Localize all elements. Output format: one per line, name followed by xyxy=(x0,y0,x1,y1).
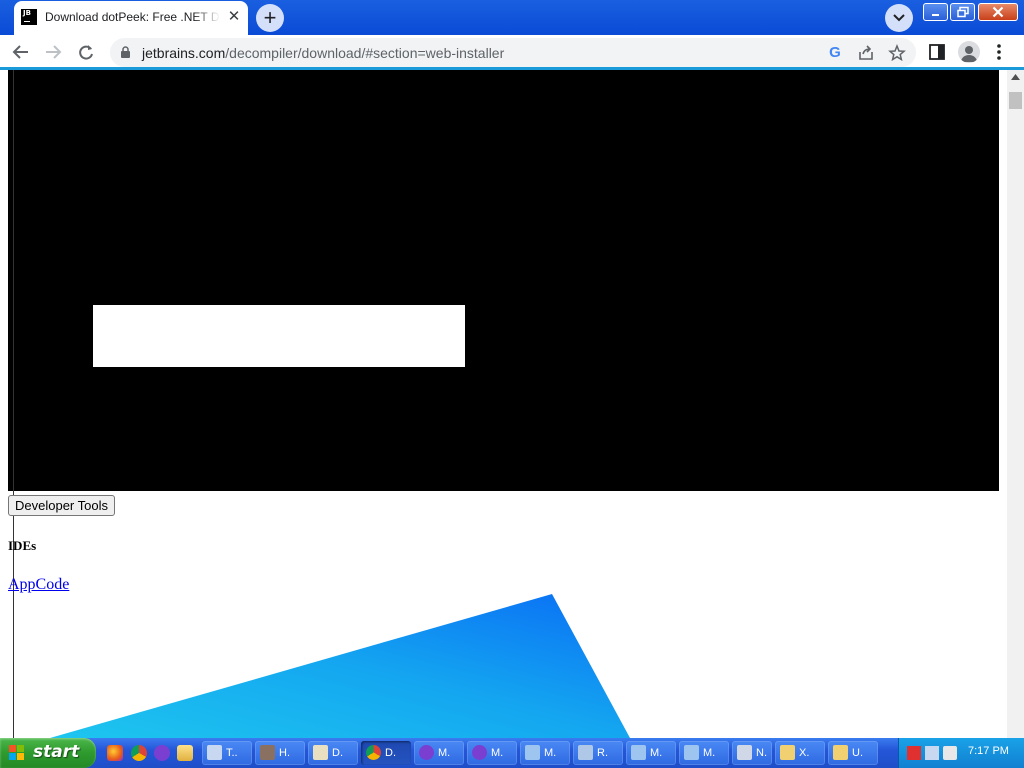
minimize-icon xyxy=(931,14,939,16)
forward-arrow-icon[interactable] xyxy=(42,42,64,62)
vertical-scrollbar[interactable] xyxy=(1007,70,1024,738)
tool-icon xyxy=(684,745,699,760)
tab-search-button[interactable] xyxy=(885,4,913,32)
meta-quicklaunch-icon[interactable] xyxy=(154,745,170,761)
scrollbar-thumb[interactable] xyxy=(1009,92,1022,109)
taskbar-item[interactable]: M. xyxy=(414,741,464,765)
taskbar-item-active[interactable]: D. xyxy=(361,741,411,765)
jetbrains-favicon-icon: JB xyxy=(21,9,37,25)
restore-button[interactable] xyxy=(950,3,975,21)
network-icon xyxy=(737,745,752,760)
taskbar-item[interactable]: X. xyxy=(775,741,825,765)
chrome-icon xyxy=(366,745,381,760)
taskbar-item[interactable]: M. xyxy=(467,741,517,765)
google-translate-icon[interactable]: G xyxy=(826,44,844,62)
developer-tools-button[interactable]: Developer Tools xyxy=(8,495,115,516)
profile-avatar-icon[interactable] xyxy=(958,41,980,63)
taskbar-item[interactable]: U. xyxy=(828,741,878,765)
taskbar-item[interactable]: H. xyxy=(255,741,305,765)
start-button[interactable]: start xyxy=(0,738,96,768)
chevron-down-icon xyxy=(893,14,905,22)
security-alert-icon[interactable] xyxy=(907,746,921,760)
url-text[interactable]: jetbrains.com/decompiler/download/#secti… xyxy=(142,45,504,61)
back-arrow-icon[interactable] xyxy=(10,42,32,62)
folder-icon xyxy=(780,745,795,760)
share-icon[interactable] xyxy=(857,44,875,62)
close-window-button[interactable] xyxy=(978,3,1018,21)
lock-icon[interactable] xyxy=(120,46,131,59)
reload-icon[interactable] xyxy=(75,42,97,62)
side-panel-icon[interactable] xyxy=(928,43,946,61)
minimize-button[interactable] xyxy=(923,3,948,21)
taskbar-item[interactable]: M. xyxy=(626,741,676,765)
new-tab-button[interactable]: + xyxy=(256,4,284,32)
windows-taskbar: start T.. H. D. D. M. M. M. R. M. M. N. … xyxy=(0,738,1024,768)
kebab-menu-icon[interactable] xyxy=(996,43,1002,61)
firefox-quicklaunch-icon[interactable] xyxy=(107,745,123,761)
taskbar-item[interactable]: D. xyxy=(308,741,358,765)
tab-title: Download dotPeek: Free .NET Decompiler xyxy=(45,10,220,24)
chrome-quicklaunch-icon[interactable] xyxy=(131,745,147,761)
folder-quicklaunch-icon[interactable] xyxy=(177,745,193,761)
taskbar-item[interactable]: T.. xyxy=(202,741,252,765)
system-clock: 7:17 PM xyxy=(968,745,1009,757)
image-icon xyxy=(260,745,275,760)
printer-icon xyxy=(313,745,328,760)
page-viewport: Developer Tools IDEs AppCode xyxy=(0,70,1007,738)
meta-icon xyxy=(472,745,487,760)
start-label: start xyxy=(33,742,80,762)
windows-logo-icon xyxy=(9,745,24,760)
close-icon xyxy=(992,6,1004,18)
decorative-gradient-shape xyxy=(50,594,630,738)
window-icon xyxy=(207,745,222,760)
browser-toolbar: jetbrains.com/decompiler/download/#secti… xyxy=(0,35,1024,69)
browser-titlebar: JB Download dotPeek: Free .NET Decompile… xyxy=(0,0,1024,35)
volume-icon[interactable] xyxy=(943,746,957,760)
browser-tab[interactable]: JB Download dotPeek: Free .NET Decompile… xyxy=(14,1,248,35)
tool-icon xyxy=(631,745,646,760)
meta-icon xyxy=(419,745,434,760)
taskbar-item[interactable]: M. xyxy=(679,741,729,765)
url-path: /decompiler/download/#section=web-instal… xyxy=(225,45,505,61)
black-media-region xyxy=(8,70,999,491)
app-icon xyxy=(578,745,593,760)
taskbar-item[interactable]: N. xyxy=(732,741,772,765)
folder-icon xyxy=(833,745,848,760)
restore-icon xyxy=(956,6,969,18)
url-host: jetbrains.com xyxy=(142,45,226,61)
ides-heading: IDEs xyxy=(8,538,37,553)
network-status-icon[interactable] xyxy=(925,746,939,760)
white-placeholder-box xyxy=(93,305,465,367)
tab-close-icon[interactable]: ✕ xyxy=(224,7,244,27)
tool-icon xyxy=(525,745,540,760)
taskbar-item[interactable]: M. xyxy=(520,741,570,765)
bookmark-star-icon[interactable] xyxy=(888,44,906,62)
scroll-up-arrow-icon[interactable] xyxy=(1011,74,1020,80)
taskbar-item[interactable]: R. xyxy=(573,741,623,765)
address-bar[interactable]: jetbrains.com/decompiler/download/#secti… xyxy=(110,38,916,67)
